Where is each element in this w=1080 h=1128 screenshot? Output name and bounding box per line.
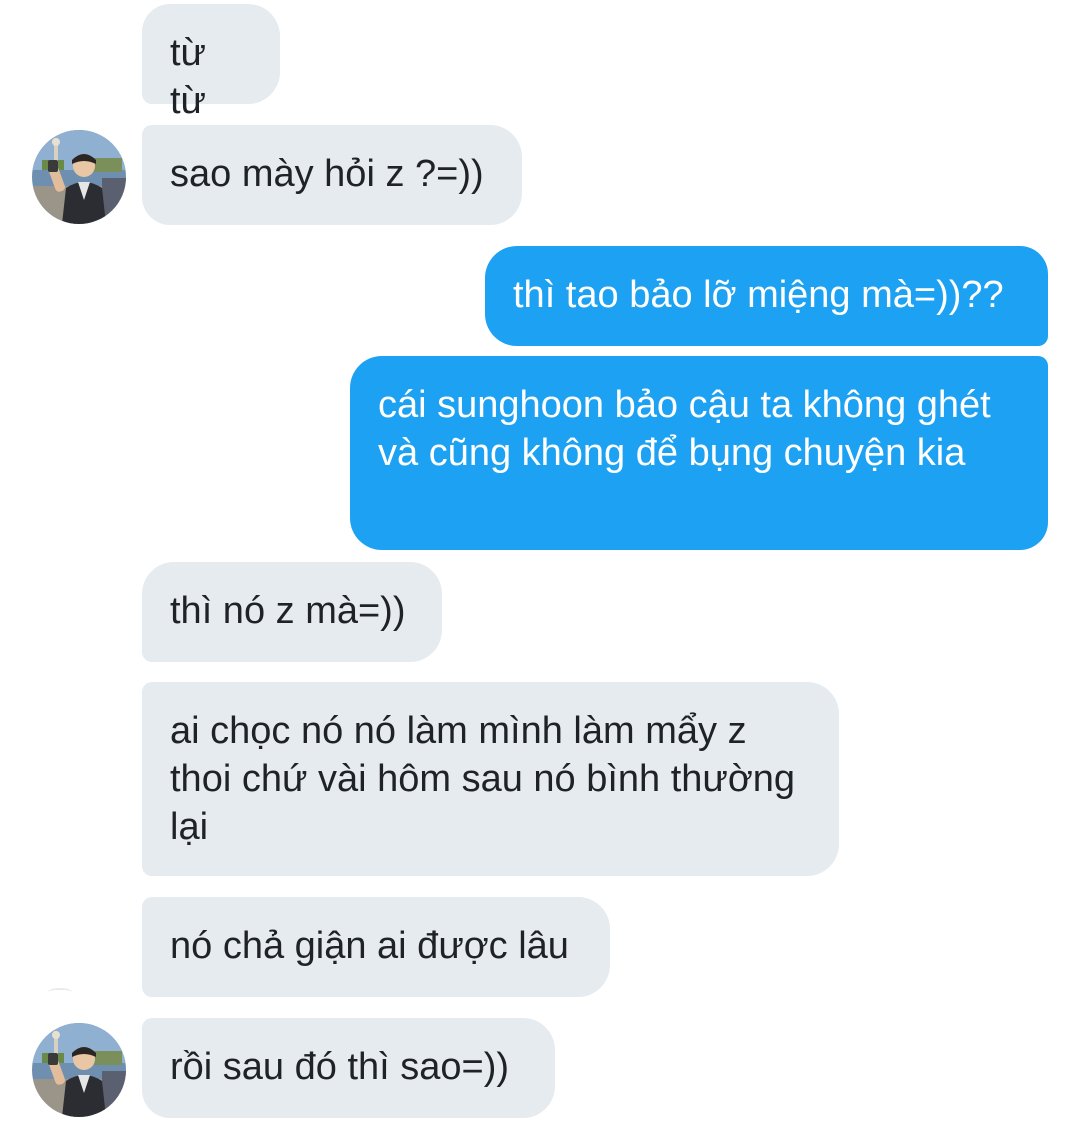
message-text: thì nó z mà=)) — [170, 590, 406, 632]
contact-avatar[interactable] — [32, 1023, 126, 1117]
avatar-photo-icon — [32, 130, 126, 224]
message-text: nó chả giận ai được lâu — [170, 925, 569, 967]
divider — [48, 988, 72, 996]
outgoing-message-bubble[interactable]: cái sunghoon bảo cậu ta không ghét và cũ… — [350, 356, 1048, 550]
avatar-photo-icon — [32, 1023, 126, 1117]
outgoing-message-bubble[interactable]: thì tao bảo lỡ miệng mà=))?? — [485, 246, 1048, 346]
incoming-message-bubble[interactable]: từ từ — [142, 4, 280, 122]
incoming-message-bubble[interactable]: nó chả giận ai được lâu — [142, 897, 610, 997]
message-text: thì tao bảo lỡ miệng mà=))?? — [513, 274, 1004, 316]
message-text: cái sunghoon bảo cậu ta không ghét và cũ… — [378, 384, 991, 474]
incoming-message-bubble[interactable]: ai chọc nó nó làm mình làm mẩy z thoi ch… — [142, 682, 839, 876]
message-text: từ từ — [170, 32, 206, 122]
message-text: sao mày hỏi z ?=)) — [170, 153, 484, 195]
message-text: rồi sau đó thì sao=)) — [170, 1046, 510, 1088]
contact-avatar[interactable] — [32, 130, 126, 224]
incoming-message-bubble[interactable]: sao mày hỏi z ?=)) — [142, 125, 522, 225]
incoming-message-bubble[interactable]: thì nó z mà=)) — [142, 562, 442, 662]
incoming-message-bubble[interactable]: rồi sau đó thì sao=)) — [142, 1018, 555, 1118]
message-text: ai chọc nó nó làm mình làm mẩy z thoi ch… — [170, 710, 796, 848]
message-thread: từ từ sao mày hỏi z ?=)) thì tao bảo lỡ … — [0, 0, 1080, 1128]
